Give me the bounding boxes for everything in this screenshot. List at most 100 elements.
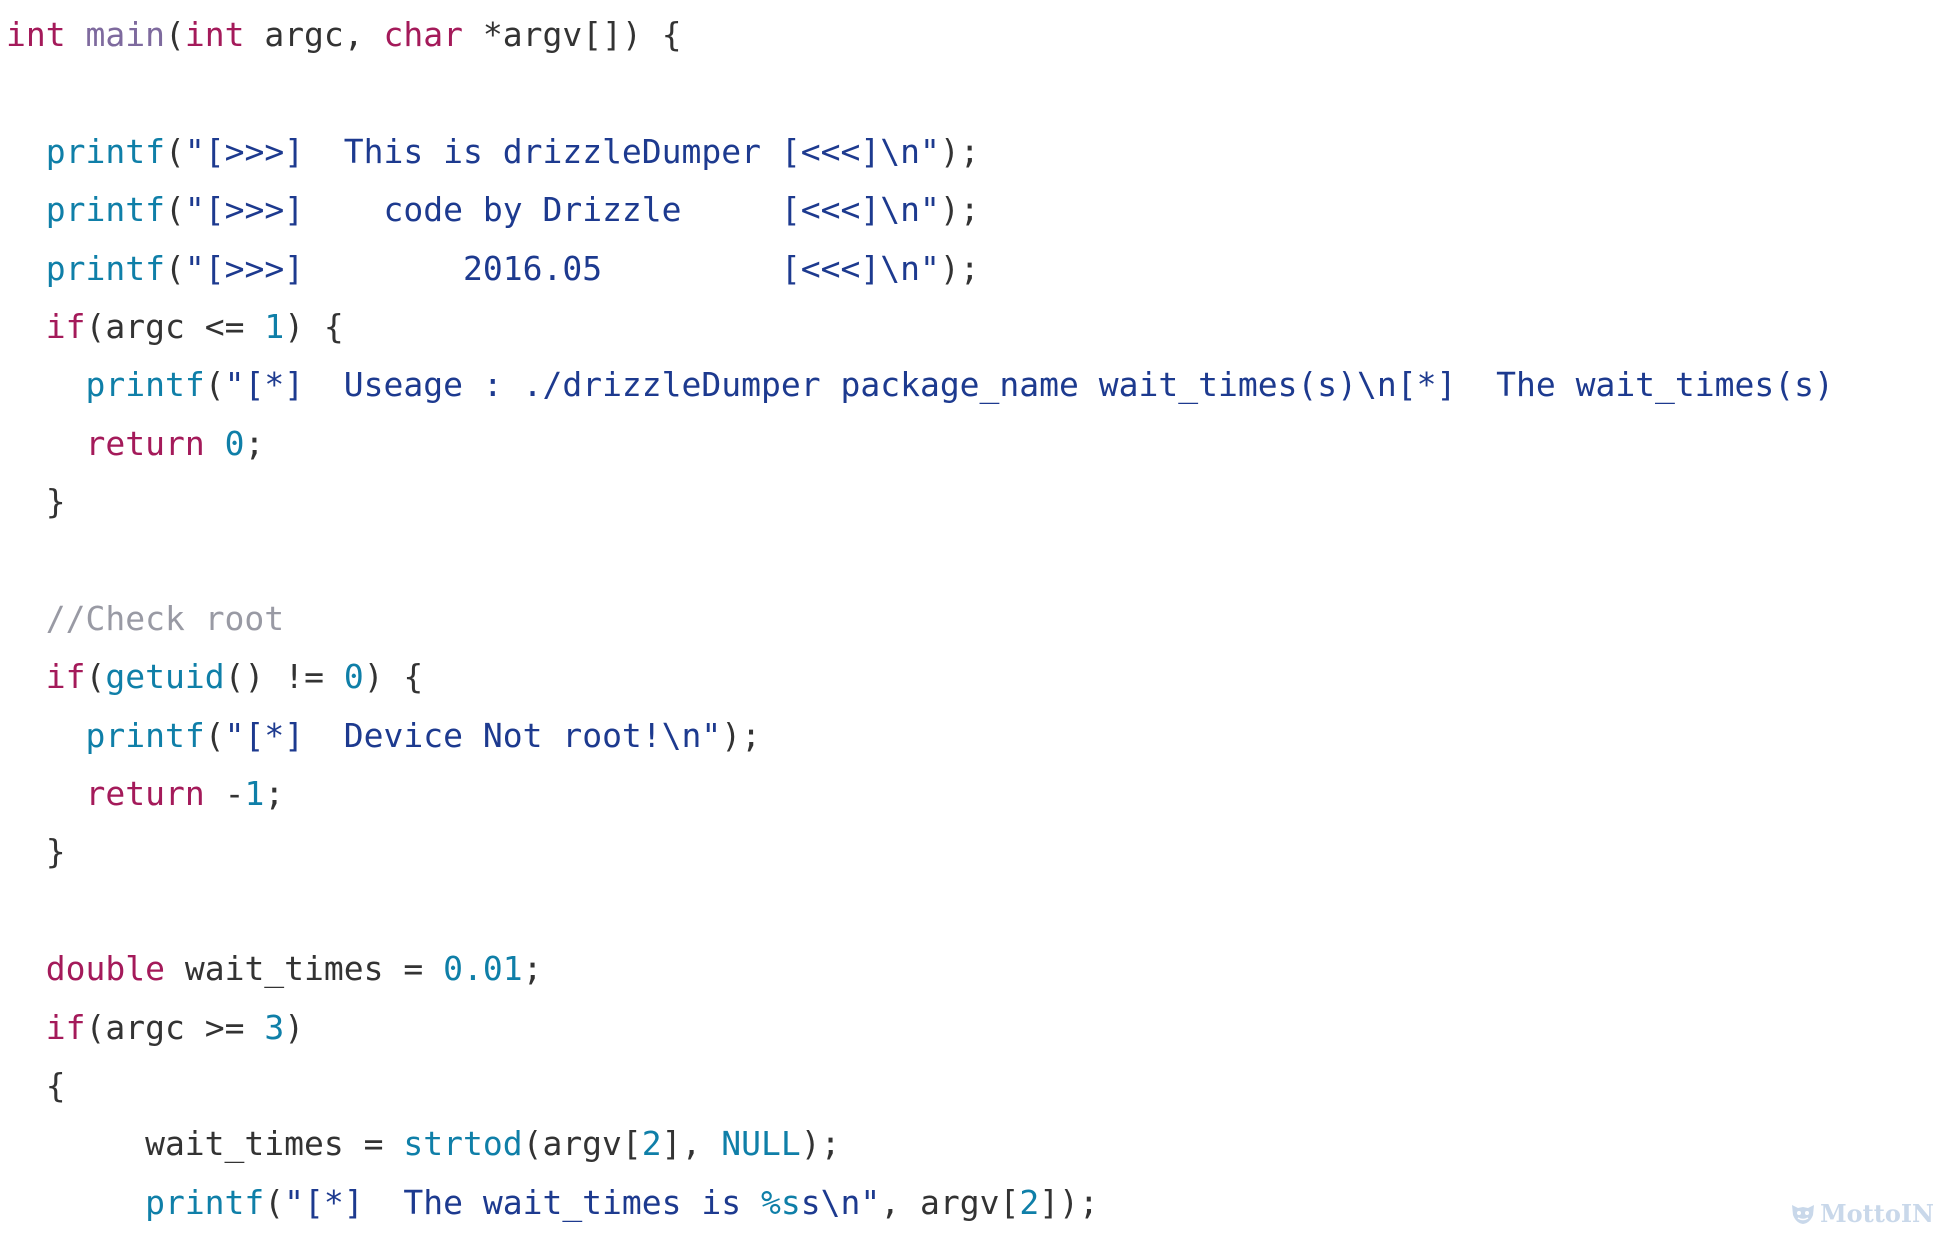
string-token: s\n" bbox=[800, 1182, 881, 1222]
code-line: if(argc >= 3) bbox=[6, 999, 1834, 1057]
keyword-token: if bbox=[45, 1007, 86, 1047]
code-line: printf("[>>>] 2016.05 [<<<]\n"); bbox=[6, 240, 1834, 298]
string-token: "[>>>] This is drizzleDumper [<<<]\n" bbox=[184, 131, 940, 171]
number-token: 0 bbox=[343, 657, 364, 697]
plain-token: } bbox=[6, 832, 66, 872]
plain-token: - bbox=[204, 774, 245, 814]
code-line: printf("[>>>] code by Drizzle [<<<]\n"); bbox=[6, 181, 1834, 239]
string-token: "[*] The wait_times is bbox=[284, 1182, 761, 1222]
plain-token: ( bbox=[164, 15, 185, 54]
plain-token: { bbox=[6, 1066, 66, 1106]
code-line: printf("[>>>] This is drizzleDumper [<<<… bbox=[6, 123, 1834, 181]
keyword-token: char bbox=[383, 15, 464, 54]
function-token: printf bbox=[85, 365, 205, 405]
code-line: if(getuid() != 0) { bbox=[6, 648, 1834, 706]
number-token: 2 bbox=[1019, 1182, 1040, 1222]
plain-token: ], bbox=[661, 1124, 722, 1164]
plain-token: ; bbox=[522, 949, 543, 989]
plain-token: ( bbox=[85, 657, 106, 697]
code-line: int main(int argc, char *argv[]) { bbox=[6, 6, 1834, 64]
code-line: printf("[*] Useage : ./drizzleDumper pac… bbox=[6, 356, 1833, 414]
keyword-token: if bbox=[45, 306, 86, 346]
plain-token: ); bbox=[721, 715, 762, 755]
function-token: getuid bbox=[105, 657, 225, 697]
code-block: int main(int argc, char *argv[]) { print… bbox=[6, 6, 1834, 1232]
plain-token: *argv[]) { bbox=[463, 15, 682, 54]
plain-token: ); bbox=[939, 190, 980, 230]
number-token: 1 bbox=[244, 774, 265, 814]
comment-token: //Check root bbox=[45, 598, 285, 638]
code-line: return -1; bbox=[6, 765, 1834, 823]
code-line: double wait_times = 0.01; bbox=[6, 940, 1834, 998]
number-token: 1 bbox=[264, 306, 285, 346]
plain-token: ( bbox=[264, 1182, 285, 1222]
watermark-text: MottoIN bbox=[1820, 1199, 1934, 1228]
plain-token: ( bbox=[164, 131, 185, 171]
function-token: printf bbox=[45, 190, 165, 230]
mask-icon bbox=[1792, 1204, 1815, 1224]
number-token: 3 bbox=[264, 1007, 285, 1047]
function-token: %s bbox=[761, 1182, 801, 1222]
number-token: 0 bbox=[224, 423, 245, 463]
plain-token: ); bbox=[800, 1124, 841, 1164]
plain-token: ( bbox=[164, 190, 185, 230]
plain-token: ) bbox=[284, 1007, 305, 1047]
string-token: "[>>>] code by Drizzle [<<<]\n" bbox=[184, 190, 940, 230]
code-line: if(argc <= 1) { bbox=[6, 298, 1834, 356]
code-line: wait_times = strtod(argv[2], NULL); bbox=[6, 1115, 1834, 1173]
code-line: { bbox=[6, 1057, 1834, 1115]
function-token: NULL bbox=[721, 1124, 801, 1164]
code-line: //Check root bbox=[6, 590, 1834, 648]
function-token: strtod bbox=[403, 1124, 523, 1164]
plain-token: ) { bbox=[284, 306, 344, 346]
function-token: printf bbox=[85, 715, 205, 755]
watermark: MottoIN bbox=[1790, 1199, 1934, 1228]
function-token: printf bbox=[45, 248, 165, 288]
function-token: printf bbox=[145, 1182, 265, 1222]
code-line: printf("[*] The wait_times is %ss\n", ar… bbox=[6, 1174, 1834, 1232]
function-name-token: main bbox=[85, 15, 165, 54]
number-token: 0.01 bbox=[443, 949, 523, 989]
plain-token: (argc <= bbox=[85, 306, 265, 346]
keyword-token: return bbox=[85, 423, 205, 463]
function-token: printf bbox=[45, 131, 165, 171]
keyword-token: int bbox=[6, 15, 66, 54]
plain-token: (argv[ bbox=[522, 1124, 642, 1164]
plain-token: ); bbox=[939, 131, 980, 171]
code-line: } bbox=[6, 473, 1834, 531]
plain-token: ) { bbox=[363, 657, 424, 697]
plain-token: ( bbox=[164, 248, 185, 288]
plain-token: ]); bbox=[1039, 1182, 1099, 1222]
number-token: 2 bbox=[641, 1124, 662, 1164]
plain-token: (argc >= bbox=[85, 1007, 265, 1047]
plain-token: argc, bbox=[244, 15, 384, 54]
keyword-token: if bbox=[45, 657, 86, 697]
plain-token: wait_times = bbox=[6, 1124, 404, 1164]
plain-token: , argv[ bbox=[880, 1182, 1020, 1222]
code-line: printf("[*] Device Not root!\n"); bbox=[6, 707, 1834, 765]
string-token: "[*] Device Not root!\n" bbox=[224, 715, 722, 755]
plain-token: ; bbox=[244, 423, 265, 463]
keyword-token: double bbox=[45, 949, 165, 989]
code-line: return 0; bbox=[6, 415, 1834, 473]
plain-token: ); bbox=[939, 248, 980, 288]
plain-token: () != bbox=[224, 657, 344, 697]
plain-token: ; bbox=[264, 774, 285, 814]
plain-token: ( bbox=[204, 365, 225, 405]
